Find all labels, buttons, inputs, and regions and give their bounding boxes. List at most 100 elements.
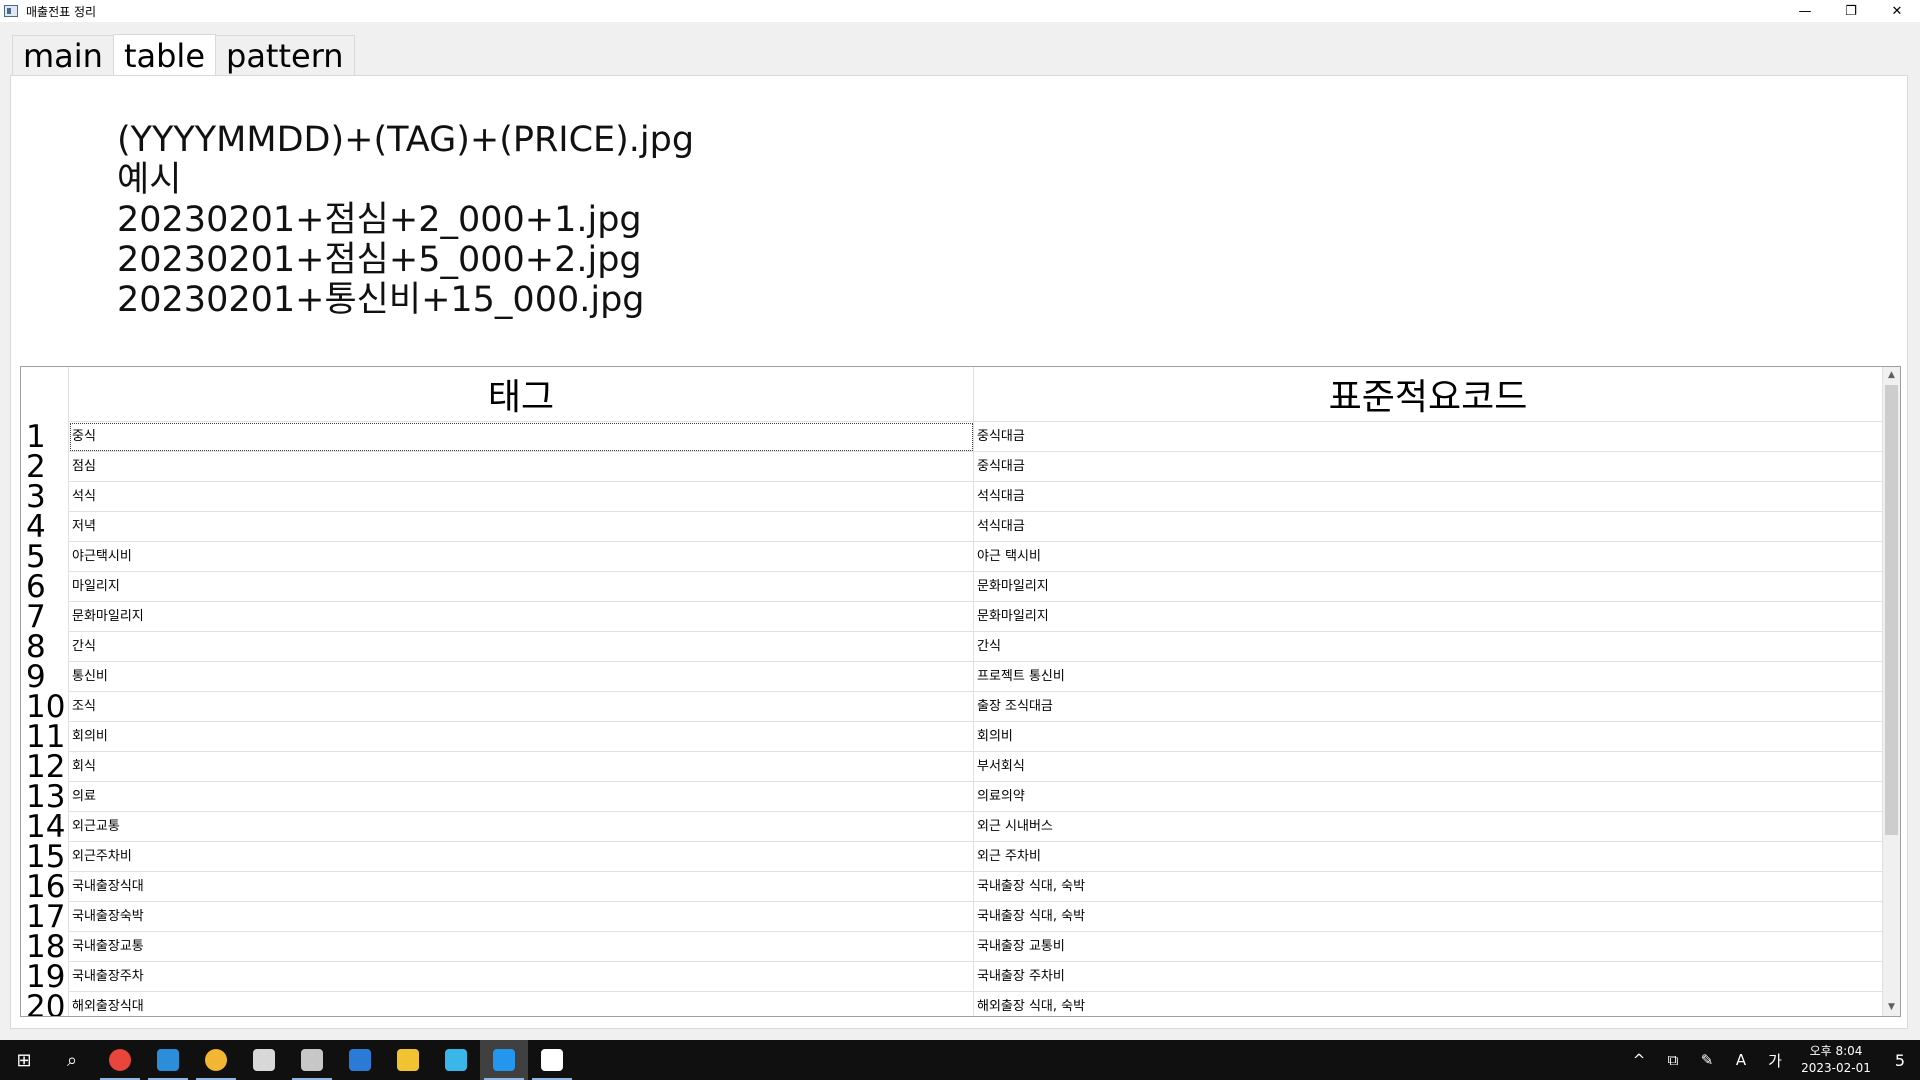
scrollbar-thumb[interactable] bbox=[1885, 385, 1898, 835]
tag-cell[interactable]: 통신비 bbox=[69, 662, 974, 692]
tag-cell[interactable]: 회식 bbox=[69, 752, 974, 782]
vscode-icon[interactable] bbox=[144, 1040, 192, 1080]
table-row[interactable]: 14 외근교통 외근 시내버스 bbox=[21, 812, 1883, 843]
code-cell[interactable]: 국내출장 식대, 숙박 bbox=[974, 902, 1883, 932]
code-cell[interactable]: 문화마일리지 bbox=[974, 572, 1883, 602]
scroll-up-icon[interactable]: ▲ bbox=[1883, 367, 1900, 384]
notification-center-icon[interactable]: 5 bbox=[1880, 1040, 1920, 1080]
code-cell[interactable]: 중식대금 bbox=[974, 422, 1883, 452]
row-number[interactable]: 14 bbox=[21, 812, 69, 843]
chrome-profile-icon[interactable] bbox=[192, 1040, 240, 1080]
row-number[interactable]: 1 bbox=[21, 422, 69, 453]
tag-cell[interactable]: 국내출장숙박 bbox=[69, 902, 974, 932]
code-cell[interactable]: 회의비 bbox=[974, 722, 1883, 752]
tag-cell[interactable]: 외근주차비 bbox=[69, 842, 974, 872]
table-row[interactable]: 3 석식 석식대금 bbox=[21, 482, 1883, 513]
code-cell[interactable]: 국내출장 교통비 bbox=[974, 932, 1883, 962]
ime-language-icon[interactable]: 가 bbox=[1758, 1040, 1792, 1080]
bird-app-icon[interactable] bbox=[432, 1040, 480, 1080]
clock[interactable]: 오후 8:04 2023-02-01 bbox=[1792, 1043, 1880, 1077]
row-number[interactable]: 6 bbox=[21, 572, 69, 603]
tab-main[interactable]: main bbox=[12, 35, 114, 75]
code-cell[interactable]: 국내출장 주차비 bbox=[974, 962, 1883, 992]
tag-cell[interactable]: 마일리지 bbox=[69, 572, 974, 602]
tag-cell[interactable]: 문화마일리지 bbox=[69, 602, 974, 632]
tag-cell[interactable]: 외근교통 bbox=[69, 812, 974, 842]
row-number[interactable]: 18 bbox=[21, 932, 69, 963]
chrome-icon[interactable] bbox=[96, 1040, 144, 1080]
table-row[interactable]: 9 통신비 프로젝트 통신비 bbox=[21, 662, 1883, 693]
calendar-icon[interactable] bbox=[336, 1040, 384, 1080]
restore-button[interactable]: ❐ bbox=[1828, 0, 1874, 22]
tag-cell[interactable]: 의료 bbox=[69, 782, 974, 812]
code-cell[interactable]: 석식대금 bbox=[974, 512, 1883, 542]
show-hidden-icons-icon[interactable]: ^ bbox=[1622, 1040, 1656, 1080]
table-row[interactable]: 4 저녁 석식대금 bbox=[21, 512, 1883, 543]
table-row[interactable]: 19 국내출장주차 국내출장 주차비 bbox=[21, 962, 1883, 993]
row-number[interactable]: 10 bbox=[21, 692, 69, 723]
table-row[interactable]: 5 야근택시비 야근 택시비 bbox=[21, 542, 1883, 573]
code-cell[interactable]: 해외출장 식대, 숙박 bbox=[974, 992, 1883, 1016]
start-button[interactable]: ⊞ bbox=[0, 1040, 48, 1080]
row-number[interactable]: 9 bbox=[21, 662, 69, 693]
row-number[interactable]: 15 bbox=[21, 842, 69, 873]
tag-cell[interactable]: 국내출장주차 bbox=[69, 962, 974, 992]
table-row[interactable]: 1 중식 중식대금 bbox=[21, 422, 1883, 453]
code-cell[interactable]: 석식대금 bbox=[974, 482, 1883, 512]
tag-cell[interactable]: 조식 bbox=[69, 692, 974, 722]
row-number[interactable]: 3 bbox=[21, 482, 69, 513]
table-row[interactable]: 20 해외출장식대 해외출장 식대, 숙박 bbox=[21, 992, 1883, 1016]
scroll-down-icon[interactable]: ▼ bbox=[1883, 999, 1900, 1016]
tag-cell[interactable]: 중식 bbox=[69, 422, 974, 452]
tag-mapping-table[interactable]: 태그 표준적요코드 1 중식 중식대금 2 점심 중식대금 3 석식 석식대금 4 저녁 석식대금 5 야… bbox=[20, 366, 1901, 1017]
table-row[interactable]: 8 간식 간식 bbox=[21, 632, 1883, 663]
table-row[interactable]: 2 점심 중식대금 bbox=[21, 452, 1883, 483]
sales-slip-app-icon[interactable] bbox=[528, 1040, 576, 1080]
row-number[interactable]: 17 bbox=[21, 902, 69, 933]
pen-icon[interactable]: ✎ bbox=[1690, 1040, 1724, 1080]
table-row[interactable]: 13 의료 의료의약 bbox=[21, 782, 1883, 813]
table-row[interactable]: 10 조식 출장 조식대금 bbox=[21, 692, 1883, 723]
tag-cell[interactable]: 저녁 bbox=[69, 512, 974, 542]
column-header-tag[interactable]: 태그 bbox=[69, 367, 974, 422]
table-row[interactable]: 15 외근주차비 외근 주차비 bbox=[21, 842, 1883, 873]
table-row[interactable]: 11 회의비 회의비 bbox=[21, 722, 1883, 753]
table-row[interactable]: 16 국내출장식대 국내출장 식대, 숙박 bbox=[21, 872, 1883, 903]
tag-cell[interactable]: 야근택시비 bbox=[69, 542, 974, 572]
code-cell[interactable]: 중식대금 bbox=[974, 452, 1883, 482]
code-cell[interactable]: 간식 bbox=[974, 632, 1883, 662]
tag-cell[interactable]: 해외출장식대 bbox=[69, 992, 974, 1016]
code-cell[interactable]: 프로젝트 통신비 bbox=[974, 662, 1883, 692]
code-cell[interactable]: 출장 조식대금 bbox=[974, 692, 1883, 722]
close-button[interactable]: ✕ bbox=[1874, 0, 1920, 22]
row-number[interactable]: 20 bbox=[21, 992, 69, 1016]
code-cell[interactable]: 의료의약 bbox=[974, 782, 1883, 812]
code-cell[interactable]: 국내출장 식대, 숙박 bbox=[974, 872, 1883, 902]
row-number[interactable]: 13 bbox=[21, 782, 69, 813]
row-number[interactable]: 16 bbox=[21, 872, 69, 903]
tag-cell[interactable]: 국내출장식대 bbox=[69, 872, 974, 902]
tag-cell[interactable]: 간식 bbox=[69, 632, 974, 662]
tag-cell[interactable]: 석식 bbox=[69, 482, 974, 512]
minimize-button[interactable]: — bbox=[1782, 0, 1828, 22]
column-header-code[interactable]: 표준적요코드 bbox=[974, 367, 1883, 422]
search-icon[interactable]: ⌕ bbox=[48, 1040, 96, 1080]
table-row[interactable]: 12 회식 부서회식 bbox=[21, 752, 1883, 783]
row-number[interactable]: 7 bbox=[21, 602, 69, 633]
row-number[interactable]: 4 bbox=[21, 512, 69, 543]
app-icon[interactable] bbox=[288, 1040, 336, 1080]
tab-table[interactable]: table bbox=[112, 34, 216, 76]
code-cell[interactable]: 문화마일리지 bbox=[974, 602, 1883, 632]
row-number[interactable]: 12 bbox=[21, 752, 69, 783]
table-row[interactable]: 6 마일리지 문화마일리지 bbox=[21, 572, 1883, 603]
table-row[interactable]: 18 국내출장교통 국내출장 교통비 bbox=[21, 932, 1883, 963]
tab-pattern[interactable]: pattern bbox=[215, 35, 355, 75]
table-row[interactable]: 7 문화마일리지 문화마일리지 bbox=[21, 602, 1883, 633]
row-number[interactable]: 8 bbox=[21, 632, 69, 663]
code-cell[interactable]: 부서회식 bbox=[974, 752, 1883, 782]
ime-mode-icon[interactable]: A bbox=[1724, 1040, 1758, 1080]
paint-icon[interactable] bbox=[240, 1040, 288, 1080]
tag-cell[interactable]: 국내출장교통 bbox=[69, 932, 974, 962]
vertical-scrollbar[interactable]: ▲ ▼ bbox=[1883, 367, 1900, 1016]
meet-now-icon[interactable]: ⧉ bbox=[1656, 1040, 1690, 1080]
